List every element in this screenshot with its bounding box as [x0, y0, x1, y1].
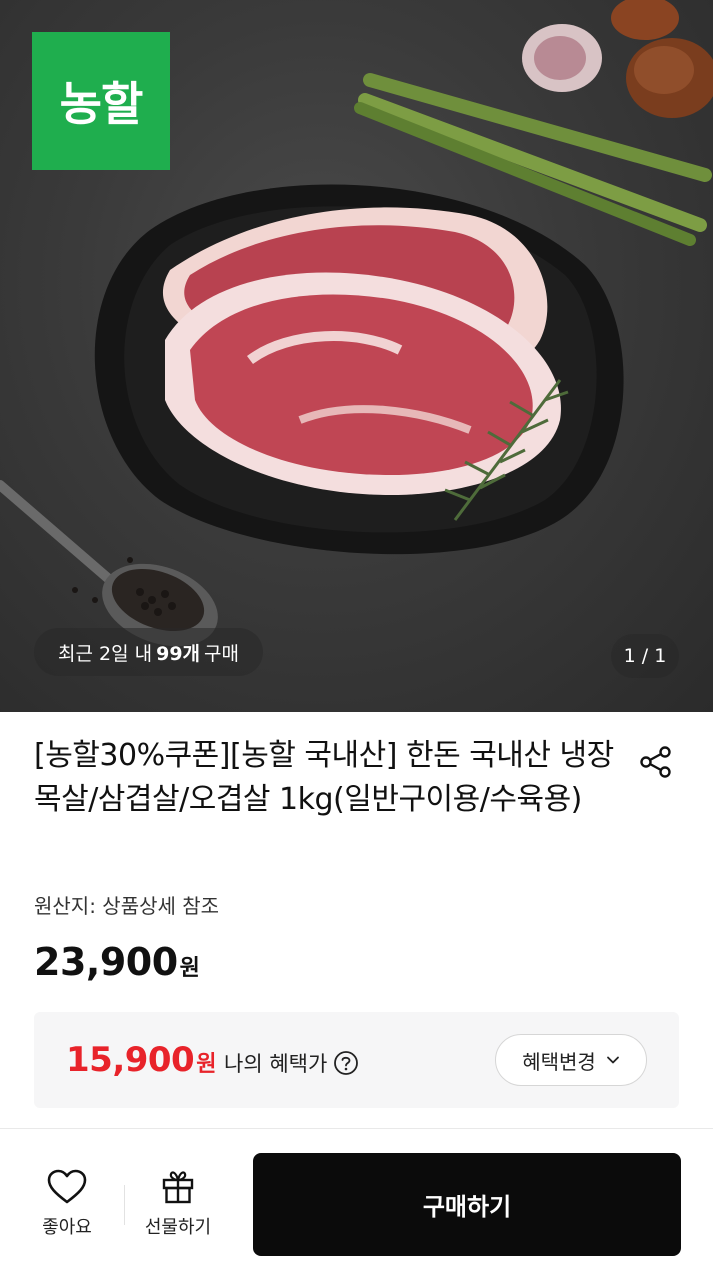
share-icon: [640, 746, 671, 778]
brand-logo: 농할: [32, 32, 170, 170]
product-image[interactable]: 농할 최근 2일 내 99개 구매 1 / 1: [0, 0, 713, 712]
like-button[interactable]: 좋아요: [17, 1169, 117, 1239]
benefit-price-unit: 원: [196, 1052, 216, 1077]
original-price-value: 23,900: [34, 940, 178, 984]
original-price: 23,900원: [34, 940, 200, 984]
bottom-action-bar: 좋아요 선물하기 구매하기: [0, 1129, 713, 1280]
benefit-change-button[interactable]: 혜택변경: [495, 1034, 647, 1086]
benefit-price: 15,900원: [66, 1040, 216, 1080]
benefit-price-box: 15,900원 나의 혜택가 혜택변경: [34, 1012, 679, 1108]
product-title: [농할30%쿠폰][농할 국내산] 한돈 국내산 냉장 목살/삼겹살/오겹살 1…: [34, 738, 614, 817]
benefit-label-text: 나의 혜택가: [224, 1052, 328, 1076]
benefit-price-value: 15,900: [66, 1040, 195, 1080]
gift-icon: [162, 1171, 194, 1204]
recent-purchase-badge: 최근 2일 내 99개 구매: [34, 628, 263, 676]
buy-button[interactable]: 구매하기: [253, 1153, 681, 1256]
chevron-down-icon: [606, 1056, 619, 1064]
origin-info: 원산지: 상품상세 참조: [34, 894, 220, 918]
bottom-divider: [124, 1185, 125, 1225]
recent-prefix: 최근 2일 내: [58, 642, 153, 665]
benefit-change-label: 혜택변경: [522, 1049, 596, 1074]
gift-button[interactable]: 선물하기: [128, 1169, 228, 1239]
image-pager: 1 / 1: [611, 634, 679, 678]
recent-suffix: 구매: [204, 642, 239, 665]
benefit-label: 나의 혜택가: [224, 1048, 359, 1078]
gift-label: 선물하기: [144, 1217, 212, 1238]
recent-count: 99개: [156, 642, 201, 665]
question-circle-icon[interactable]: [333, 1050, 359, 1076]
original-price-unit: 원: [179, 956, 200, 981]
like-label: 좋아요: [42, 1217, 92, 1238]
heart-icon: [47, 1169, 87, 1204]
share-button[interactable]: [634, 740, 678, 784]
